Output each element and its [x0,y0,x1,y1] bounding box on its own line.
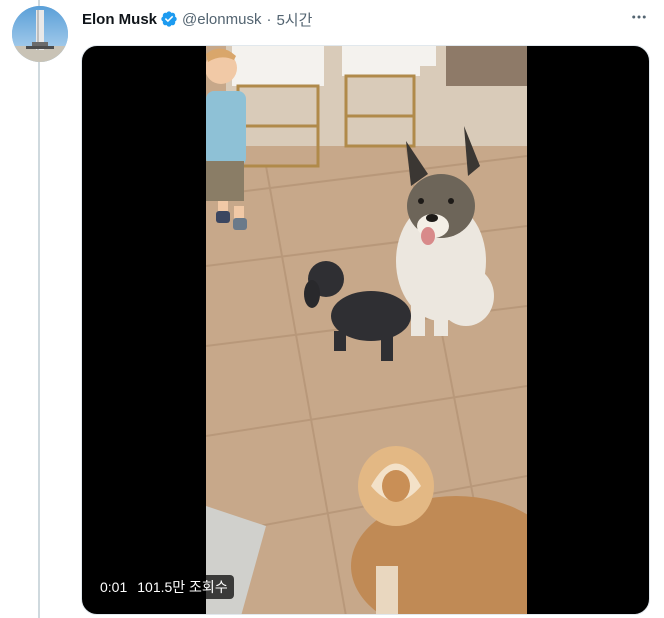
avatar[interactable] [12,6,68,62]
avatar-image [12,6,68,62]
video-view-count: 101.5만 조회수 [133,575,234,599]
timestamp[interactable]: 5시간 [276,9,312,30]
author-handle[interactable]: @elonmusk [182,11,261,28]
video-frame[interactable] [206,46,527,614]
video-overlay: 0:01 101.5만 조회수 [94,575,234,599]
thread-connector-line [38,0,40,618]
more-horizontal-icon [632,15,646,19]
author-name[interactable]: Elon Musk [82,11,157,28]
tweet-header: Elon Musk @elonmusk · 5시간 [82,8,650,30]
video-player[interactable]: 0:01 101.5만 조회수 [81,45,650,615]
video-elapsed-time: 0:01 [94,577,134,597]
more-options-button[interactable] [628,6,650,28]
video-still-image [206,46,527,614]
separator-dot: · [266,10,272,28]
verified-badge-icon [160,10,178,28]
